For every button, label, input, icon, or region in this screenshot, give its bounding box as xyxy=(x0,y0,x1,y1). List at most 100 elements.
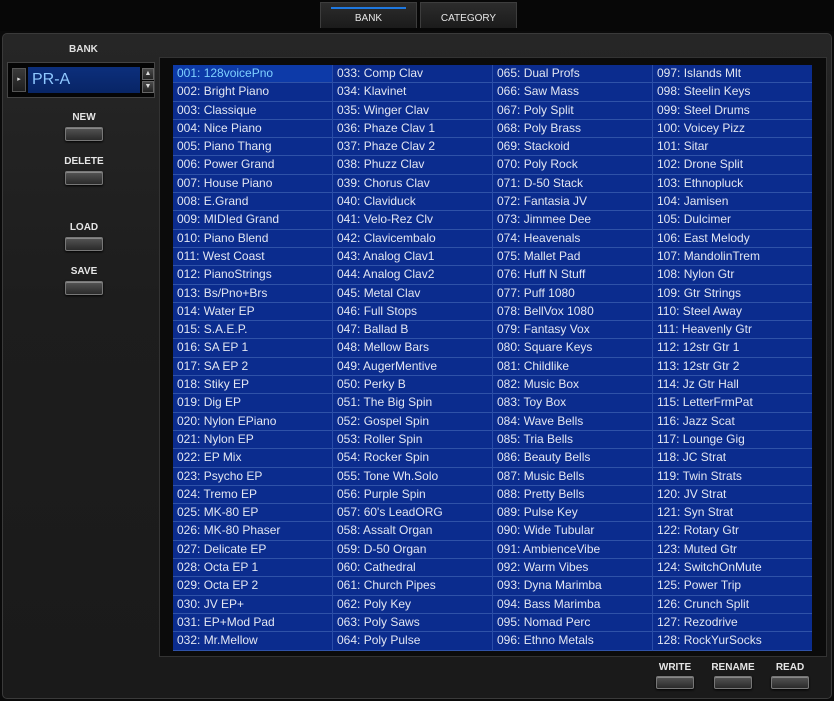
patch-item[interactable]: 086: Beauty Bells xyxy=(493,449,652,468)
patch-item[interactable]: 081: Childlike xyxy=(493,357,652,377)
patch-item[interactable]: 023: Psycho EP xyxy=(173,467,332,486)
rename-button[interactable]: RENAME xyxy=(707,662,759,689)
patch-item[interactable]: 094: Bass Marimba xyxy=(493,595,652,614)
patch-item[interactable]: 095: Nomad Perc xyxy=(493,613,652,633)
new-button-plate[interactable] xyxy=(65,127,103,141)
patch-item[interactable]: 087: Music Bells xyxy=(493,467,652,486)
patch-item[interactable]: 076: Huff N Stuff xyxy=(493,266,652,285)
patch-item[interactable]: 075: Mallet Pad xyxy=(493,247,652,267)
patch-item[interactable]: 056: Purple Spin xyxy=(333,485,492,505)
patch-item[interactable]: 127: Rezodrive xyxy=(653,613,812,633)
patch-item[interactable]: 079: Fantasy Vox xyxy=(493,321,652,340)
patch-item[interactable]: 052: Gospel Spin xyxy=(333,412,492,431)
patch-item[interactable]: 011: West Coast xyxy=(173,247,332,267)
patch-item[interactable]: 008: E.Grand xyxy=(173,193,332,212)
read-button[interactable]: READ xyxy=(770,662,810,689)
patch-item[interactable]: 058: Assalt Organ xyxy=(333,522,492,541)
patch-item[interactable]: 007: House Piano xyxy=(173,174,332,194)
patch-item[interactable]: 001: 128voicePno xyxy=(173,65,332,84)
delete-button-plate[interactable] xyxy=(65,171,103,185)
patch-item[interactable]: 028: Octa EP 1 xyxy=(173,559,332,578)
patch-item[interactable]: 042: Clavicembalo xyxy=(333,229,492,248)
patch-item[interactable]: 104: Jamisen xyxy=(653,193,812,212)
patch-item[interactable]: 071: D-50 Stack xyxy=(493,174,652,194)
patch-item[interactable]: 061: Church Pipes xyxy=(333,577,492,596)
patch-item[interactable]: 107: MandolinTrem xyxy=(653,247,812,267)
patch-item[interactable]: 069: Stackoid xyxy=(493,138,652,157)
patch-item[interactable]: 041: Velo-Rez Clv xyxy=(333,211,492,230)
patch-item[interactable]: 004: Nice Piano xyxy=(173,119,332,139)
patch-item[interactable]: 097: Islands Mlt xyxy=(653,65,812,84)
patch-item[interactable]: 103: Ethnopluck xyxy=(653,174,812,194)
patch-item[interactable]: 026: MK-80 Phaser xyxy=(173,522,332,541)
patch-item[interactable]: 106: East Melody xyxy=(653,229,812,248)
patch-item[interactable]: 096: Ethno Metals xyxy=(493,632,652,651)
patch-item[interactable]: 074: Heavenals xyxy=(493,229,652,248)
tab-bank[interactable]: BANK xyxy=(320,2,417,28)
patch-item[interactable]: 049: AugerMentive xyxy=(333,357,492,377)
patch-item[interactable]: 033: Comp Clav xyxy=(333,65,492,84)
write-button[interactable]: WRITE xyxy=(652,662,698,689)
patch-item[interactable]: 020: Nylon EPiano xyxy=(173,412,332,431)
patch-item[interactable]: 017: SA EP 2 xyxy=(173,357,332,377)
patch-item[interactable]: 024: Tremo EP xyxy=(173,485,332,505)
patch-item[interactable]: 048: Mellow Bars xyxy=(333,339,492,358)
patch-item[interactable]: 113: 12str Gtr 2 xyxy=(653,357,812,377)
patch-item[interactable]: 039: Chorus Clav xyxy=(333,174,492,194)
patch-item[interactable]: 012: PianoStrings xyxy=(173,266,332,285)
patch-item[interactable]: 128: RockYurSocks xyxy=(653,632,812,651)
patch-item[interactable]: 005: Piano Thang xyxy=(173,138,332,157)
patch-item[interactable]: 119: Twin Strats xyxy=(653,467,812,486)
patch-item[interactable]: 045: Metal Clav xyxy=(333,284,492,303)
patch-item[interactable]: 016: SA EP 1 xyxy=(173,339,332,358)
patch-item[interactable]: 121: Syn Strat xyxy=(653,504,812,523)
patch-item[interactable]: 099: Steel Drums xyxy=(653,101,812,120)
patch-item[interactable]: 110: Steel Away xyxy=(653,302,812,322)
patch-item[interactable]: 019: Dig EP xyxy=(173,394,332,413)
bank-menu-arrow-icon[interactable]: ▸ xyxy=(12,68,26,92)
patch-item[interactable]: 073: Jimmee Dee xyxy=(493,211,652,230)
patch-item[interactable]: 010: Piano Blend xyxy=(173,229,332,248)
patch-item[interactable]: 125: Power Trip xyxy=(653,577,812,596)
patch-item[interactable]: 092: Warm Vibes xyxy=(493,559,652,578)
save-button[interactable]: SAVE xyxy=(54,266,114,295)
patch-item[interactable]: 009: MIDIed Grand xyxy=(173,211,332,230)
patch-item[interactable]: 123: Muted Gtr xyxy=(653,540,812,560)
patch-item[interactable]: 093: Dyna Marimba xyxy=(493,577,652,596)
patch-item[interactable]: 122: Rotary Gtr xyxy=(653,522,812,541)
patch-item[interactable]: 068: Poly Brass xyxy=(493,119,652,139)
patch-item[interactable]: 088: Pretty Bells xyxy=(493,485,652,505)
patch-item[interactable]: 006: Power Grand xyxy=(173,156,332,175)
patch-item[interactable]: 063: Poly Saws xyxy=(333,613,492,633)
bank-down-arrow-icon[interactable]: ▼ xyxy=(142,81,154,93)
patch-item[interactable]: 083: Toy Box xyxy=(493,394,652,413)
patch-item[interactable]: 109: Gtr Strings xyxy=(653,284,812,303)
patch-item[interactable]: 101: Sitar xyxy=(653,138,812,157)
patch-item[interactable]: 115: LetterFrmPat xyxy=(653,394,812,413)
save-button-plate[interactable] xyxy=(65,281,103,295)
patch-item[interactable]: 003: Classique xyxy=(173,101,332,120)
patch-item[interactable]: 040: Claviduck xyxy=(333,193,492,212)
patch-item[interactable]: 035: Winger Clav xyxy=(333,101,492,120)
patch-item[interactable]: 098: Steelin Keys xyxy=(653,83,812,102)
rename-button-plate[interactable] xyxy=(714,676,752,689)
patch-item[interactable]: 077: Puff 1080 xyxy=(493,284,652,303)
patch-item[interactable]: 044: Analog Clav2 xyxy=(333,266,492,285)
patch-item[interactable]: 080: Square Keys xyxy=(493,339,652,358)
load-button[interactable]: LOAD xyxy=(54,222,114,251)
patch-item[interactable]: 100: Voicey Pizz xyxy=(653,119,812,139)
patch-item[interactable]: 018: Stiky EP xyxy=(173,376,332,395)
patch-item[interactable]: 114: Jz Gtr Hall xyxy=(653,376,812,395)
patch-item[interactable]: 014: Water EP xyxy=(173,302,332,322)
bank-display[interactable]: PR-A xyxy=(28,67,140,93)
patch-item[interactable]: 117: Lounge Gig xyxy=(653,430,812,450)
load-button-plate[interactable] xyxy=(65,237,103,251)
patch-item[interactable]: 031: EP+Mod Pad xyxy=(173,613,332,633)
delete-button[interactable]: DELETE xyxy=(54,156,114,185)
patch-item[interactable]: 089: Pulse Key xyxy=(493,504,652,523)
patch-item[interactable]: 084: Wave Bells xyxy=(493,412,652,431)
patch-item[interactable]: 051: The Big Spin xyxy=(333,394,492,413)
patch-item[interactable]: 090: Wide Tubular xyxy=(493,522,652,541)
patch-item[interactable]: 066: Saw Mass xyxy=(493,83,652,102)
patch-item[interactable]: 032: Mr.Mellow xyxy=(173,632,332,651)
